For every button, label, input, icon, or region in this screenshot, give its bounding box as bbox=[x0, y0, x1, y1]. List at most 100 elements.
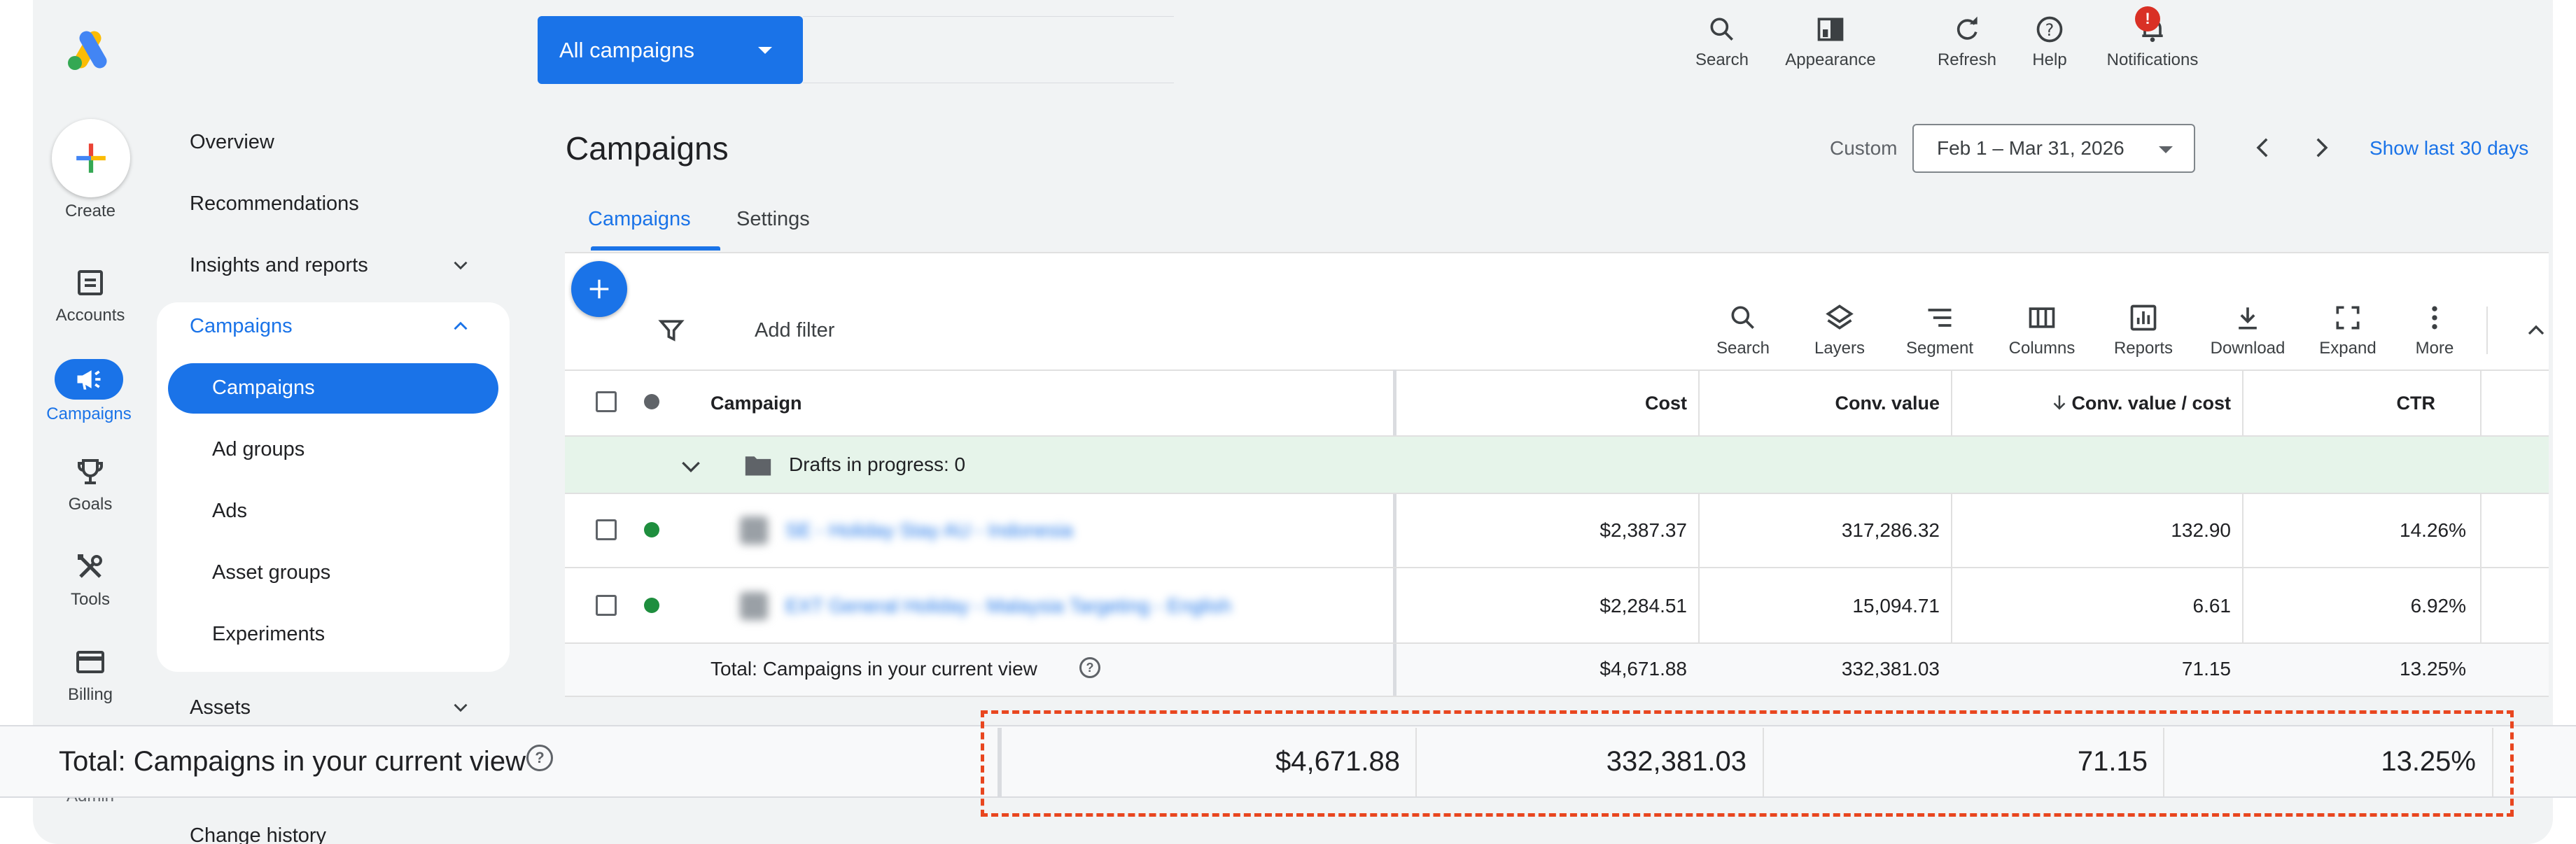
layers-icon bbox=[1826, 304, 1854, 330]
conv-value-cost-cell: 6.61 bbox=[2192, 595, 2232, 617]
rail-goals-label: Goals bbox=[68, 495, 113, 514]
toolbar-more-label: More bbox=[2415, 339, 2454, 358]
toolbar-reports-button[interactable]: Reports bbox=[2101, 302, 2185, 358]
nav-campaigns-group[interactable]: Campaigns bbox=[190, 315, 293, 338]
refresh-icon bbox=[1956, 16, 1977, 40]
google-ads-logo[interactable] bbox=[65, 28, 113, 71]
rail-item-campaigns[interactable] bbox=[55, 359, 123, 400]
rail-item-accounts[interactable]: Accounts bbox=[38, 266, 143, 325]
toolbar-segment-button[interactable]: Segment bbox=[1898, 302, 1982, 358]
megaphone-icon bbox=[77, 370, 101, 390]
nav-sub-experiments[interactable]: Experiments bbox=[212, 623, 325, 646]
nav-overview[interactable]: Overview bbox=[190, 131, 274, 154]
divider bbox=[565, 370, 2549, 371]
rail-item-billing[interactable]: Billing bbox=[38, 645, 143, 705]
sticky-total-label: Total: Campaigns in your current view bbox=[59, 746, 526, 777]
add-campaign-button[interactable] bbox=[571, 261, 627, 317]
topbar-help-button[interactable]: ? Help bbox=[2011, 14, 2088, 70]
nav-sub-ad-groups[interactable]: Ad groups bbox=[212, 438, 304, 461]
toolbar-expand-label: Expand bbox=[2319, 339, 2376, 358]
toolbar-layers-button[interactable]: Layers bbox=[1801, 302, 1878, 358]
topbar-notifications-label: Notifications bbox=[2106, 50, 2199, 69]
cost-cell: $2,387.37 bbox=[1600, 519, 1687, 541]
chevron-down-icon[interactable] bbox=[449, 253, 472, 277]
tab-settings[interactable]: Settings bbox=[736, 208, 810, 231]
nav-assets[interactable]: Assets bbox=[190, 696, 251, 719]
toolbar-columns-label: Columns bbox=[2008, 339, 2076, 358]
conv-value-cost-cell: 132.90 bbox=[2171, 519, 2231, 541]
select-all-checkbox[interactable] bbox=[596, 391, 617, 412]
toolbar-expand-button[interactable]: Expand bbox=[2309, 302, 2386, 358]
filter-icon[interactable] bbox=[656, 315, 687, 346]
toolbar-download-button[interactable]: Download bbox=[2202, 302, 2293, 358]
plus-icon bbox=[76, 143, 106, 173]
nav-sub-ads[interactable]: Ads bbox=[212, 500, 247, 523]
divider bbox=[565, 567, 2549, 568]
status-header-dot bbox=[644, 394, 659, 409]
nav-sub-campaigns[interactable]: Campaigns bbox=[212, 377, 315, 400]
tab-campaigns[interactable]: Campaigns bbox=[588, 208, 691, 231]
highlight-annotation bbox=[981, 710, 2514, 817]
help-icon[interactable]: ? bbox=[1079, 657, 1100, 678]
total-conv-value-cost-cell: 71.15 bbox=[2181, 658, 2231, 680]
trophy-icon bbox=[78, 459, 103, 484]
create-button[interactable] bbox=[52, 119, 130, 197]
rail-item-tools[interactable]: Tools bbox=[38, 550, 143, 610]
status-enabled-dot bbox=[644, 598, 659, 613]
conv-value-cell: 317,286.32 bbox=[1841, 519, 1940, 541]
plus-icon bbox=[589, 279, 609, 299]
toolbar-columns-button[interactable]: Columns bbox=[2000, 302, 2084, 358]
toolbar-more-button[interactable]: More bbox=[2396, 302, 2473, 358]
more-icon bbox=[2432, 306, 2437, 330]
col-conv-value-cost-header[interactable]: Conv. value / cost bbox=[2063, 393, 2231, 414]
tools-icon bbox=[78, 554, 102, 578]
chevron-down-icon[interactable] bbox=[449, 696, 472, 719]
chevron-up-icon[interactable] bbox=[449, 314, 472, 338]
frozen-column-divider bbox=[1393, 644, 1396, 697]
chevron-right-icon[interactable] bbox=[2306, 133, 2336, 162]
nav-recommendations[interactable]: Recommendations bbox=[190, 192, 359, 216]
topbar-refresh-button[interactable]: Refresh bbox=[1921, 14, 2012, 70]
row-checkbox[interactable] bbox=[596, 519, 617, 540]
col-ctr-header[interactable]: CTR bbox=[2343, 393, 2436, 414]
rail-campaigns-label: Campaigns bbox=[46, 405, 132, 423]
topbar-refresh-label: Refresh bbox=[1937, 50, 1997, 69]
create-label: Create bbox=[64, 202, 116, 220]
divider bbox=[803, 16, 1174, 17]
campaign-name-link[interactable]: EXT General Holiday - Malaysia Targeting… bbox=[785, 595, 1231, 617]
expand-icon bbox=[2336, 306, 2360, 330]
chevron-left-icon[interactable] bbox=[2248, 133, 2278, 162]
campaign-name-link[interactable]: SE - Holiday Stay AU - Indonesia bbox=[785, 519, 1073, 542]
nav-sub-asset-groups[interactable]: Asset groups bbox=[212, 561, 330, 584]
caret-down-icon bbox=[758, 47, 772, 54]
all-campaigns-label: All campaigns bbox=[559, 37, 694, 62]
topbar-search-button[interactable]: Search bbox=[1684, 14, 1760, 70]
nav-insights-and-reports[interactable]: Insights and reports bbox=[190, 254, 368, 277]
topbar-appearance-button[interactable]: Appearance bbox=[1771, 14, 1890, 70]
nav-change-history[interactable]: Change history bbox=[190, 824, 326, 844]
toolbar-search-button[interactable]: Search bbox=[1704, 302, 1782, 358]
page-title: Campaigns bbox=[566, 130, 729, 167]
show-last-30-days-link[interactable]: Show last 30 days bbox=[2370, 137, 2528, 160]
svg-text:?: ? bbox=[2045, 20, 2054, 40]
divider bbox=[2486, 307, 2488, 354]
chevron-down-icon[interactable] bbox=[677, 452, 705, 480]
topbar-search-label: Search bbox=[1695, 50, 1749, 69]
total-cost-cell: $4,671.88 bbox=[1600, 658, 1687, 680]
chevron-up-icon[interactable] bbox=[2522, 316, 2550, 344]
help-icon[interactable]: ? bbox=[526, 745, 553, 771]
toolbar-download-label: Download bbox=[2210, 339, 2286, 358]
col-cost-header[interactable]: Cost bbox=[1573, 393, 1687, 414]
col-campaign-header[interactable]: Campaign bbox=[710, 393, 802, 414]
col-conv-value-header[interactable]: Conv. value bbox=[1783, 393, 1940, 414]
appearance-icon bbox=[1817, 17, 1844, 41]
rail-item-goals[interactable]: Goals bbox=[38, 455, 143, 514]
row-checkbox[interactable] bbox=[596, 595, 617, 616]
ctr-cell: 6.92% bbox=[2410, 595, 2466, 617]
divider bbox=[565, 252, 2549, 253]
all-campaigns-dropdown[interactable]: All campaigns bbox=[538, 16, 803, 84]
add-filter-input[interactable]: Add filter bbox=[755, 319, 834, 342]
rail-billing-label: Billing bbox=[67, 685, 113, 704]
topbar-appearance-label: Appearance bbox=[1785, 50, 1876, 69]
date-range-picker[interactable]: Feb 1 – Mar 31, 2026 bbox=[1912, 124, 2195, 173]
